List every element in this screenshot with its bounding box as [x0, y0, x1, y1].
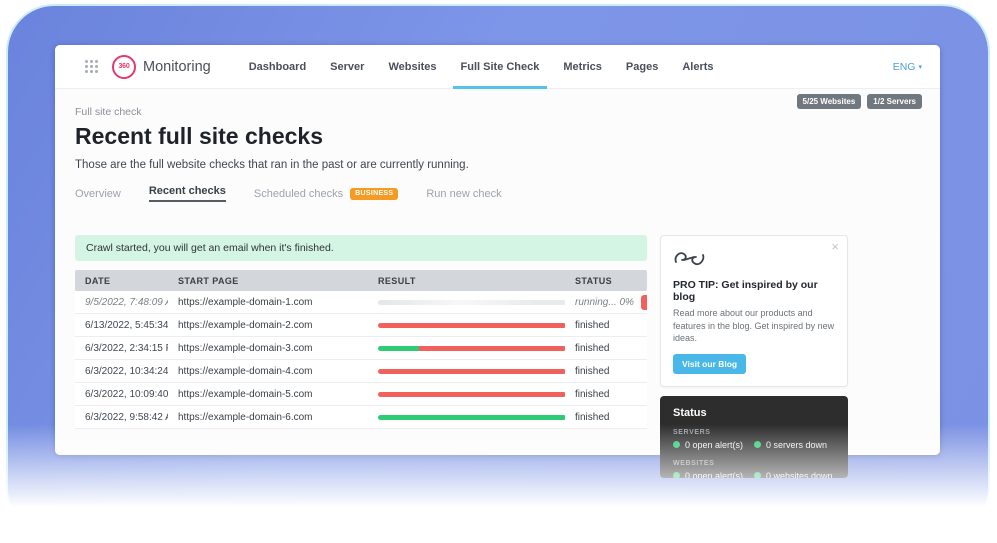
tab-bar: Overview Recent checks Scheduled checks … — [75, 185, 920, 206]
abort-button[interactable]: Abort — [641, 295, 647, 310]
servers-quota-badge: 1/2 Servers — [867, 94, 922, 109]
status-item: 0 open alert(s) — [673, 440, 754, 450]
nav-item-websites[interactable]: Websites — [376, 45, 448, 88]
page-title: Recent full site checks — [75, 122, 920, 150]
green-status-dot-icon — [673, 441, 680, 448]
progress-bar — [378, 300, 565, 305]
screenshot-stage: { "icons": { "close": "×", "chevron_down… — [0, 0, 997, 543]
result-bar — [378, 392, 565, 397]
status-text: finished — [575, 412, 609, 423]
green-status-dot-icon — [754, 441, 761, 448]
tab-run-new-check[interactable]: Run new check — [426, 188, 501, 204]
business-badge: BUSINESS — [350, 188, 398, 200]
status-section-websites: WEBSITES — [673, 460, 835, 467]
app-window: 360 Monitoring Dashboard Server Websites… — [55, 45, 940, 455]
result-bar — [378, 323, 565, 328]
green-status-dot-icon — [673, 472, 680, 478]
status-text: finished — [575, 389, 609, 400]
app-launcher-icon[interactable] — [85, 60, 98, 73]
status-text: running... 0% — [575, 297, 634, 308]
start-page-url: https://example-domain-1.com — [168, 297, 368, 308]
result-bar — [378, 369, 565, 374]
tab-scheduled-checks[interactable]: Scheduled checks BUSINESS — [254, 188, 398, 204]
status-text: finished — [575, 343, 609, 354]
websites-quota-badge: 5/25 Websites — [797, 94, 862, 109]
status-item: 0 open alert(s) — [673, 471, 754, 478]
status-text: finished — [575, 320, 609, 331]
top-nav: 360 Monitoring Dashboard Server Websites… — [55, 45, 940, 89]
checks-table: DATE START PAGE RESULT STATUS 9/5/2022, … — [75, 270, 647, 429]
language-selector[interactable]: ENG ▾ — [893, 61, 922, 73]
language-label: ENG — [893, 61, 916, 73]
table-row: 6/3/2022, 2:34:15 PM https://example-dom… — [75, 337, 647, 360]
table-row: 6/3/2022, 9:58:42 AM https://example-dom… — [75, 406, 647, 429]
chevron-down-icon: ▾ — [918, 63, 922, 71]
start-page-url: https://example-domain-6.com — [168, 412, 368, 423]
plan-badges: 5/25 Websites 1/2 Servers — [797, 94, 922, 109]
result-bar — [378, 346, 565, 351]
col-header-date: DATE — [75, 276, 168, 286]
start-page-url: https://example-domain-4.com — [168, 366, 368, 377]
table-row: 6/13/2022, 5:45:34 PM https://example-do… — [75, 314, 647, 337]
nav-item-metrics[interactable]: Metrics — [551, 45, 614, 88]
tab-overview[interactable]: Overview — [75, 188, 121, 204]
start-page-url: https://example-domain-3.com — [168, 343, 368, 354]
result-bar — [378, 415, 565, 420]
green-status-dot-icon — [754, 472, 761, 478]
pro-tip-card: × PRO TIP: Get inspired by our blog Read… — [660, 235, 848, 387]
close-icon[interactable]: × — [831, 240, 839, 253]
pro-tip-title: PRO TIP: Get inspired by our blog — [673, 279, 835, 303]
table-row: 6/3/2022, 10:09:40 AM https://example-do… — [75, 383, 647, 406]
brand-logo-icon[interactable]: 360 — [112, 55, 136, 79]
status-text: finished — [575, 366, 609, 377]
success-banner: Crawl started, you will get an email whe… — [75, 235, 647, 261]
col-header-status: STATUS — [565, 276, 647, 286]
page-content: 5/25 Websites 1/2 Servers Full site chec… — [55, 89, 940, 455]
status-item: 0 websites down — [754, 471, 835, 478]
table-row: 9/5/2022, 7:48:09 AM https://example-dom… — [75, 291, 647, 314]
nav-item-pages[interactable]: Pages — [614, 45, 670, 88]
page-description: Those are the full website checks that r… — [75, 159, 920, 171]
status-item: 0 servers down — [754, 440, 835, 450]
start-page-url: https://example-domain-2.com — [168, 320, 368, 331]
tab-recent-checks[interactable]: Recent checks — [149, 185, 226, 206]
nav-item-server[interactable]: Server — [318, 45, 376, 88]
start-page-url: https://example-domain-5.com — [168, 389, 368, 400]
status-card: Status SERVERS 0 open alert(s) 0 servers… — [660, 396, 848, 478]
status-card-title: Status — [673, 407, 835, 419]
breadcrumb: Full site check — [75, 89, 920, 118]
visit-blog-button[interactable]: Visit our Blog — [673, 354, 746, 374]
status-section-servers: SERVERS — [673, 429, 835, 436]
handshake-doodle-icon — [673, 247, 707, 271]
nav-item-alerts[interactable]: Alerts — [670, 45, 725, 88]
nav-item-dashboard[interactable]: Dashboard — [237, 45, 318, 88]
col-header-start-page: START PAGE — [168, 276, 368, 286]
brand-name[interactable]: Monitoring — [143, 59, 211, 75]
pro-tip-body: Read more about our products and feature… — [673, 307, 835, 345]
nav-item-full-site-check[interactable]: Full Site Check — [449, 45, 552, 88]
table-row: 6/3/2022, 10:34:24 AM https://example-do… — [75, 360, 647, 383]
col-header-result: RESULT — [368, 276, 565, 286]
table-header: DATE START PAGE RESULT STATUS — [75, 270, 647, 291]
